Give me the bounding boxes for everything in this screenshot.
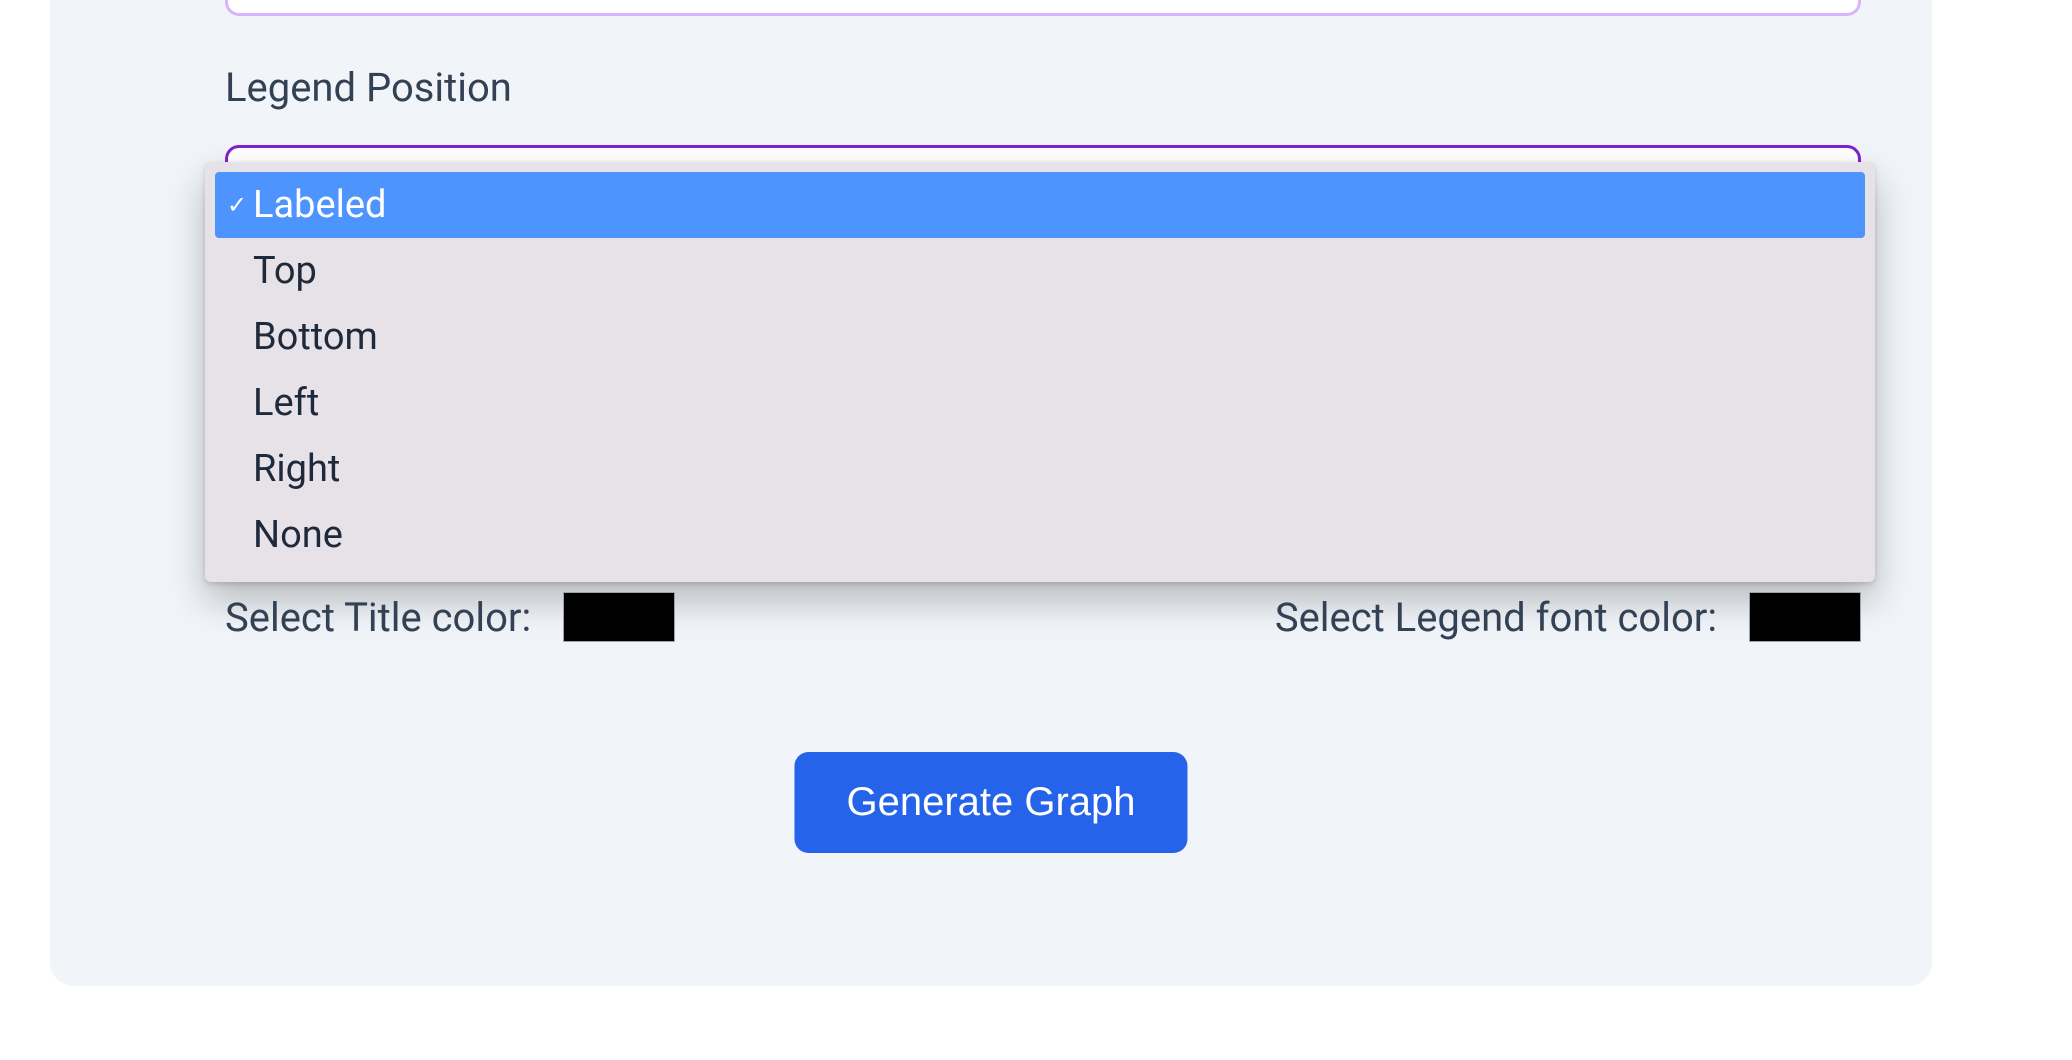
legend-position-dropdown: ✓ Labeled ✓ Top ✓ Bottom ✓ Left ✓ Right …: [205, 162, 1875, 582]
dropdown-option-label: Bottom: [253, 315, 378, 359]
check-icon: ✓: [221, 257, 253, 285]
check-icon: ✓: [221, 455, 253, 483]
dropdown-option-labeled[interactable]: ✓ Labeled: [215, 172, 1865, 238]
dropdown-option-none[interactable]: ✓ None: [215, 502, 1865, 568]
color-picker-row: Select Title color: Select Legend font c…: [225, 592, 1861, 642]
dropdown-option-label: Labeled: [253, 183, 386, 227]
check-icon: ✓: [221, 389, 253, 417]
legend-position-label: Legend Position: [225, 64, 512, 111]
title-color-label: Select Title color:: [225, 594, 531, 641]
dropdown-option-label: Right: [253, 447, 340, 491]
check-icon: ✓: [221, 521, 253, 549]
previous-input-field[interactable]: [225, 0, 1861, 16]
dropdown-option-label: None: [253, 513, 343, 557]
legend-color-group: Select Legend font color:: [1275, 592, 1861, 642]
legend-color-label: Select Legend font color:: [1275, 594, 1717, 641]
check-icon: ✓: [221, 191, 253, 219]
title-color-group: Select Title color:: [225, 592, 675, 642]
dropdown-option-top[interactable]: ✓ Top: [215, 238, 1865, 304]
dropdown-option-left[interactable]: ✓ Left: [215, 370, 1865, 436]
dropdown-option-bottom[interactable]: ✓ Bottom: [215, 304, 1865, 370]
generate-graph-button[interactable]: Generate Graph: [794, 752, 1187, 853]
dropdown-option-label: Left: [253, 381, 319, 425]
title-color-input[interactable]: [563, 592, 675, 642]
dropdown-option-right[interactable]: ✓ Right: [215, 436, 1865, 502]
legend-color-input[interactable]: [1749, 592, 1861, 642]
check-icon: ✓: [221, 323, 253, 351]
dropdown-option-label: Top: [253, 249, 317, 293]
form-panel: Legend Position ✓ Labeled ✓ Top ✓ Bottom…: [50, 0, 1932, 986]
